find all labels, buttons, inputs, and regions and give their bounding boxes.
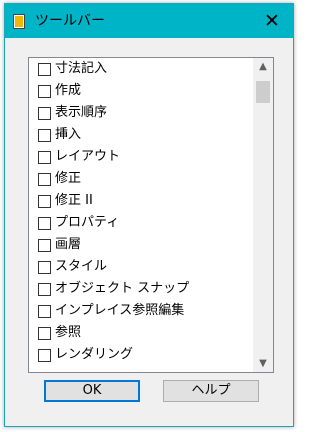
list-item[interactable]: スタイル: [29, 256, 253, 278]
list-item-label: 参照: [55, 325, 82, 340]
list-item[interactable]: 修正 II: [29, 190, 253, 212]
list-item[interactable]: 参照: [29, 322, 253, 344]
list-item[interactable]: オブジェクト スナップ: [29, 278, 253, 300]
list-item-label: スタイル: [55, 259, 108, 274]
list-item-label: 表示順序: [55, 105, 108, 120]
checkbox[interactable]: [38, 261, 51, 274]
checkbox[interactable]: [38, 129, 51, 142]
checkbox[interactable]: [38, 239, 51, 252]
checkbox[interactable]: [38, 173, 51, 186]
toolbar-dialog: ツールバー ✕ 寸法記入作成表示順序挿入レイアウト修正修正 II プロパティ画層ス…: [4, 3, 294, 427]
checkbox[interactable]: [38, 107, 51, 120]
app-icon: [13, 14, 25, 29]
list-item-label: 寸法記入: [55, 61, 108, 76]
vertical-scrollbar[interactable]: ▲ ▼: [253, 58, 273, 372]
help-button[interactable]: ヘルプ: [163, 380, 259, 402]
list-item-label: 挿入: [55, 127, 82, 142]
checkbox[interactable]: [38, 63, 51, 76]
checkbox[interactable]: [38, 283, 51, 296]
scroll-up-icon[interactable]: ▲: [253, 58, 273, 75]
list-item-label: 修正: [55, 171, 82, 186]
toolbar-checklist[interactable]: 寸法記入作成表示順序挿入レイアウト修正修正 II プロパティ画層スタイルオブジェク…: [28, 57, 274, 373]
dialog-title: ツールバー: [35, 13, 105, 29]
list-item-label: 作成: [55, 83, 82, 98]
checkbox[interactable]: [38, 151, 51, 164]
list-item[interactable]: 修正: [29, 168, 253, 190]
list-item-label: 修正 II: [55, 193, 93, 208]
checkbox[interactable]: [38, 85, 51, 98]
list-item-label: 画層: [55, 237, 82, 252]
list-item[interactable]: 寸法記入: [29, 58, 253, 80]
list-item[interactable]: 表示順序: [29, 102, 253, 124]
close-button[interactable]: ✕: [255, 8, 289, 34]
list-item-label: オブジェクト スナップ: [55, 281, 190, 296]
title-bar[interactable]: ツールバー ✕: [5, 4, 293, 38]
list-item-label: レイアウト: [55, 149, 121, 164]
list-item[interactable]: 挿入: [29, 124, 253, 146]
checkbox[interactable]: [38, 305, 51, 318]
list-item[interactable]: レイアウト: [29, 146, 253, 168]
checkbox[interactable]: [38, 195, 51, 208]
checkbox[interactable]: [38, 349, 51, 362]
list-item[interactable]: インプレイス参照編集: [29, 300, 253, 322]
list-item-label: レンダリング: [55, 347, 134, 362]
toolbar-items: 寸法記入作成表示順序挿入レイアウト修正修正 II プロパティ画層スタイルオブジェク…: [29, 58, 253, 366]
list-item[interactable]: 作成: [29, 80, 253, 102]
list-item-label: プロパティ: [55, 215, 120, 230]
ok-button[interactable]: OK: [44, 380, 140, 402]
list-item[interactable]: 画層: [29, 234, 253, 256]
checkbox[interactable]: [38, 327, 51, 340]
list-item[interactable]: プロパティ: [29, 212, 253, 234]
scroll-thumb[interactable]: [256, 81, 270, 103]
list-item[interactable]: レンダリング: [29, 344, 253, 366]
checkbox[interactable]: [38, 217, 51, 230]
scroll-down-icon[interactable]: ▼: [253, 355, 273, 372]
list-item-label: インプレイス参照編集: [55, 303, 185, 318]
